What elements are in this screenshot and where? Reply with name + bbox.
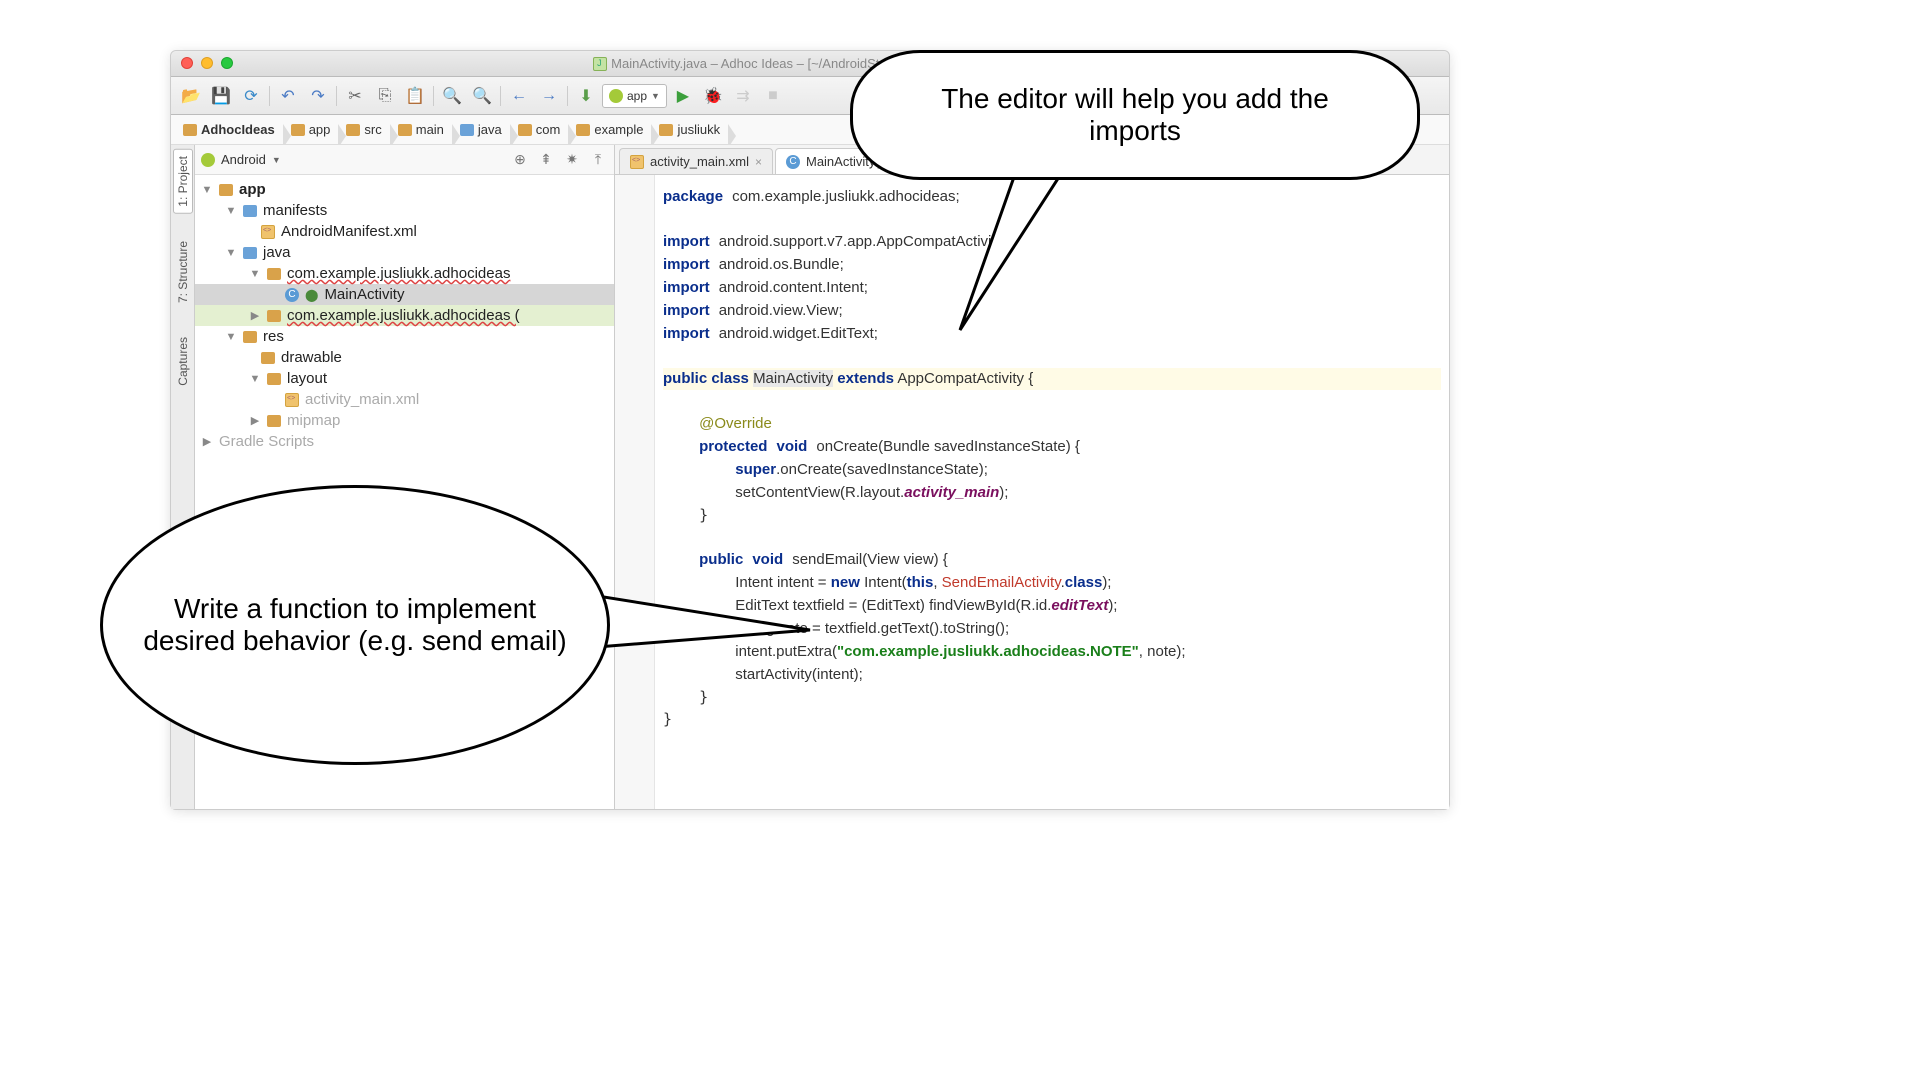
annotation-callout-imports: The editor will help you add the imports — [850, 50, 1420, 180]
crumb-com[interactable]: com — [510, 122, 569, 137]
replace-icon[interactable]: 🔍 — [468, 82, 496, 110]
hide-icon[interactable]: ⤒ — [588, 151, 608, 168]
run-button[interactable]: ▶ — [669, 82, 697, 110]
find-icon[interactable]: 🔍 — [438, 82, 466, 110]
annotation-callout-function: Write a function to implement desired be… — [100, 485, 610, 765]
crumb-root[interactable]: AdhocIdeas — [175, 122, 283, 137]
make-icon[interactable]: ⬇ — [572, 82, 600, 110]
project-view-selector[interactable]: Android — [221, 152, 266, 167]
run-config-selector[interactable]: app ▼ — [602, 84, 667, 108]
back-icon[interactable]: ← — [505, 82, 533, 110]
redo-icon[interactable]: ↷ — [304, 82, 332, 110]
project-tree[interactable]: ▼app ▼manifests AndroidManifest.xml ▼jav… — [195, 175, 614, 456]
tab-activity-main-xml[interactable]: activity_main.xml× — [619, 148, 773, 174]
java-file-icon — [593, 57, 607, 71]
tool-tab-captures[interactable]: Captures — [173, 330, 193, 393]
open-icon[interactable]: 📂 — [177, 82, 205, 110]
settings-icon[interactable]: ✷ — [562, 151, 582, 168]
zoom-window-button[interactable] — [221, 57, 233, 69]
tool-tab-project[interactable]: 1: Project — [173, 149, 193, 214]
cut-icon[interactable]: ✂ — [341, 82, 369, 110]
callout-tail-icon — [940, 160, 1100, 340]
class-icon: C — [285, 288, 299, 302]
crumb-jusliukk[interactable]: jusliukk — [651, 122, 728, 137]
collapse-icon[interactable]: ⇞ — [536, 151, 556, 168]
crumb-src[interactable]: src — [338, 122, 389, 137]
sync-icon[interactable]: ⟳ — [237, 82, 265, 110]
stop-icon[interactable]: ■ — [759, 82, 787, 110]
android-icon — [201, 153, 215, 167]
android-icon — [609, 89, 623, 103]
save-icon[interactable]: 💾 — [207, 82, 235, 110]
forward-icon[interactable]: → — [535, 82, 563, 110]
run-config-label: app — [627, 89, 647, 103]
xml-file-icon — [261, 225, 275, 239]
crumb-example[interactable]: example — [568, 122, 651, 137]
crumb-java[interactable]: java — [452, 122, 510, 137]
close-window-button[interactable] — [181, 57, 193, 69]
paste-icon[interactable]: 📋 — [401, 82, 429, 110]
debug-button[interactable]: 🐞 — [699, 82, 727, 110]
minimize-window-button[interactable] — [201, 57, 213, 69]
copy-icon[interactable]: ⎘ — [371, 82, 399, 110]
crumb-app[interactable]: app — [283, 122, 339, 137]
attach-icon[interactable]: ⇉ — [729, 82, 757, 110]
scroll-to-icon[interactable]: ⊕ — [510, 151, 530, 168]
close-tab-icon[interactable]: × — [755, 155, 762, 169]
editor-gutter — [615, 175, 655, 809]
tool-tab-structure[interactable]: 7: Structure — [173, 234, 193, 310]
crumb-main[interactable]: main — [390, 122, 452, 137]
tree-item-mainactivity[interactable]: C⬤MainActivity — [195, 284, 614, 305]
undo-icon[interactable]: ↶ — [274, 82, 302, 110]
